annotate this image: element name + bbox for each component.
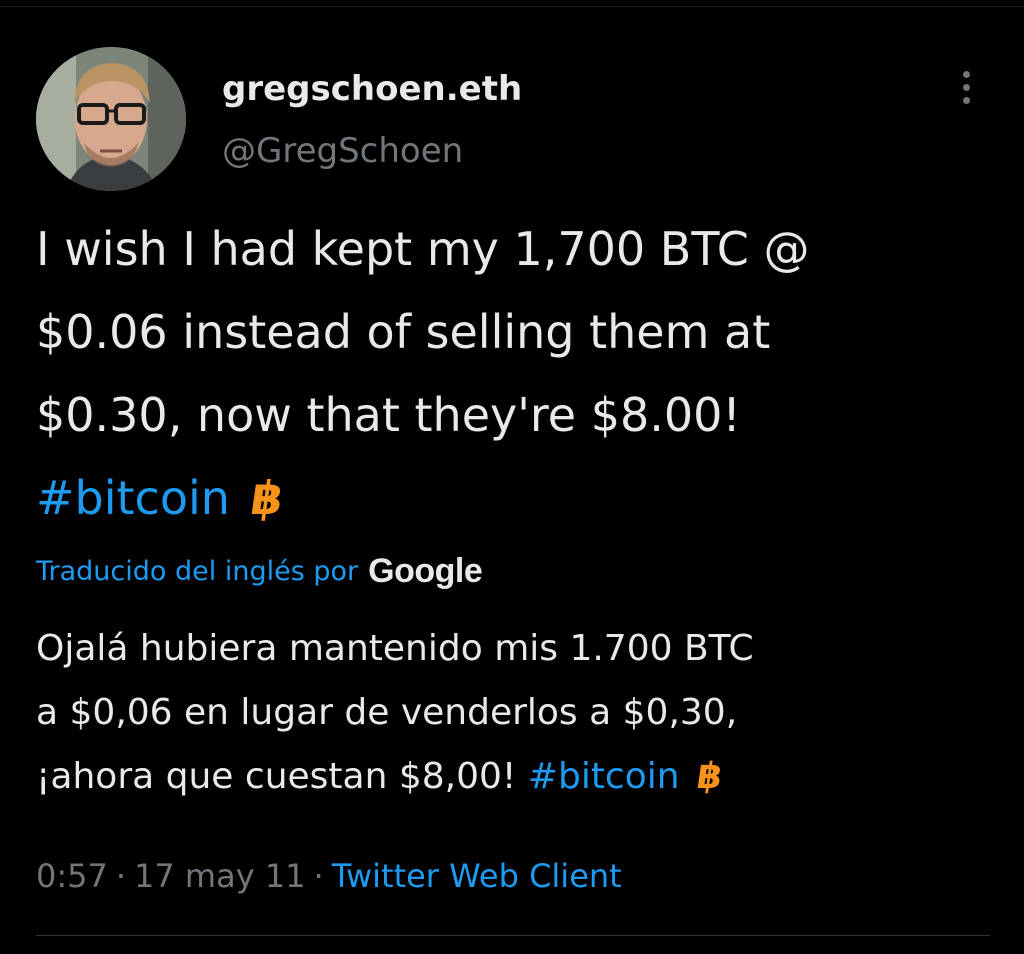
tweet-text-line: $0.06 instead of selling them at (36, 305, 771, 359)
separator: · (313, 857, 324, 895)
author-handle[interactable]: @GregSchoen (222, 128, 463, 174)
tweet-source-link[interactable]: Twitter Web Client (332, 857, 622, 895)
more-vertical-icon-dot (962, 96, 970, 104)
translated-text: Ojalá hubiera mantenido mis 1.700 BTC a … (36, 617, 996, 809)
author-display-name[interactable]: gregschoen.eth (222, 66, 522, 112)
tweet-text-line: I wish I had kept my 1,700 BTC @ (36, 222, 810, 276)
separator: · (115, 857, 127, 895)
bitcoin-icon: ฿ (246, 471, 287, 525)
translated-text-line: a $0,06 en lugar de venderlos a $0,30, (36, 692, 738, 733)
translated-text-line: ¡ahora que cuestan $8,00! #bitcoin ฿ (36, 745, 996, 809)
translated-text-line: Ojalá hubiera mantenido mis 1.700 BTC (36, 628, 754, 669)
tweet-metadata: 0:57 · 17 may 11 · Twitter Web Client (36, 852, 622, 900)
translated-hashtag-link[interactable]: #bitcoin (528, 756, 680, 797)
translated-text-fragment: ¡ahora que cuestan $8,00! (36, 756, 517, 797)
bitcoin-icon: ฿ (694, 756, 726, 797)
more-vertical-icon (962, 70, 970, 78)
more-options-button[interactable] (948, 64, 984, 110)
tweet-text: I wish I had kept my 1,700 BTC @ $0.06 i… (36, 208, 996, 540)
bottom-divider (36, 935, 990, 936)
translation-label[interactable]: Traducido del inglés por (36, 556, 358, 587)
tweet-detail: gregschoen.eth @GregSchoen I wish I had … (0, 0, 1024, 954)
tweet-text-line: $0.30, now that they're $8.00! (36, 388, 741, 442)
google-logo: Google (368, 551, 483, 590)
more-vertical-icon-dot (962, 83, 970, 91)
tweet-time[interactable]: 0:57 (36, 857, 108, 895)
tweet-text-line: #bitcoin ฿ (36, 457, 996, 540)
avatar[interactable] (36, 47, 186, 191)
translation-attribution: Traducido del inglés por Google (36, 548, 483, 594)
tweet-date[interactable]: 17 may 11 (134, 857, 306, 895)
hashtag-link[interactable]: #bitcoin (36, 471, 230, 525)
avatar-photo (36, 47, 186, 191)
